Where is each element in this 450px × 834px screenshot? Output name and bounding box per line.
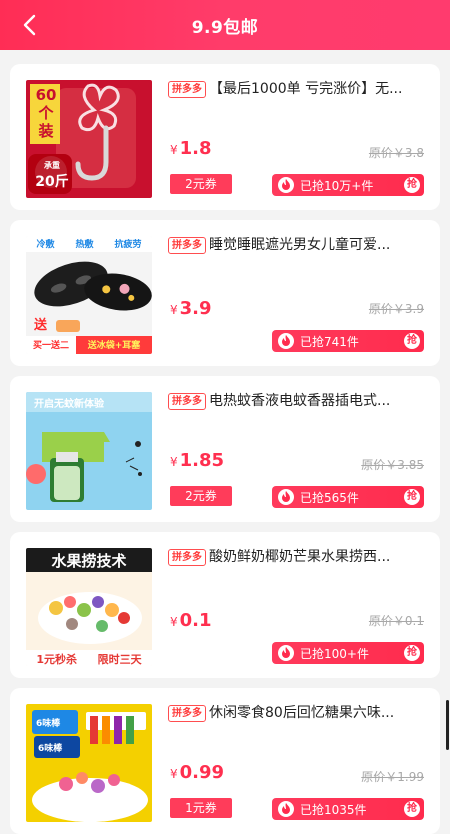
product-card[interactable]: 冷敷 热敷 抗疲劳 送 买一送二 送冰袋+耳塞 拼多多 睡觉睡眠遮光男女儿童可爱… bbox=[10, 220, 440, 366]
original-price: 原价￥3.8 bbox=[368, 146, 424, 160]
product-title[interactable]: 睡觉睡眠遮光男女儿童可爱... bbox=[209, 234, 424, 256]
coupon-badge[interactable]: 2元券 bbox=[170, 174, 232, 194]
sold-count: 已抢10万+件 bbox=[300, 178, 374, 193]
product-image-fruit[interactable]: 水果捞技术 1元秒杀 限时三天 bbox=[26, 548, 152, 666]
currency-symbol: ¥ bbox=[170, 143, 178, 157]
original-price: 原价￥1.99 bbox=[361, 770, 424, 784]
thumb-text: 送冰袋+耳塞 bbox=[87, 341, 141, 351]
price-value: 1.8 bbox=[179, 138, 212, 159]
grab-bar[interactable]: 已抢1035件 抢 bbox=[272, 798, 424, 820]
grab-bar[interactable]: 已抢10万+件 抢 bbox=[272, 174, 424, 196]
grab-button[interactable]: 抢 bbox=[404, 645, 420, 661]
price-value: 1.85 bbox=[179, 450, 225, 471]
thumb-text: 送 bbox=[34, 318, 48, 333]
product-price: ¥3.9 bbox=[170, 298, 212, 321]
grab-bar[interactable]: 已抢100+件 抢 bbox=[272, 642, 424, 664]
grab-bar[interactable]: 已抢565件 抢 bbox=[272, 486, 424, 508]
thumb-text: 6味棒 bbox=[38, 744, 63, 754]
thumb-text: 抗疲劳 bbox=[114, 240, 142, 250]
grab-button[interactable]: 抢 bbox=[404, 177, 420, 193]
product-price: ¥1.8 bbox=[170, 138, 212, 161]
sold-count: 已抢1035件 bbox=[300, 802, 367, 817]
platform-tag: 拼多多 bbox=[168, 705, 206, 722]
thumb-text: 60 bbox=[35, 86, 57, 104]
currency-symbol: ¥ bbox=[170, 455, 178, 469]
product-title[interactable]: 电热蚊香液电蚊香器插电式... bbox=[209, 390, 424, 412]
product-card[interactable]: 水果捞技术 1元秒杀 限时三天 拼多多 酸奶鲜奶椰奶芒果水果捞西... ¥0.1… bbox=[10, 532, 440, 678]
fire-icon bbox=[278, 177, 294, 193]
thumb-text: 20斤 bbox=[35, 174, 69, 190]
price-value: 3.9 bbox=[179, 298, 212, 319]
fire-icon bbox=[278, 333, 294, 349]
product-image-eyemask[interactable]: 冷敷 热敷 抗疲劳 送 买一送二 送冰袋+耳塞 bbox=[26, 236, 152, 354]
thumb-text: 冷敷 bbox=[36, 240, 55, 250]
grab-bar[interactable]: 已抢741件 抢 bbox=[272, 330, 424, 352]
fire-icon bbox=[278, 489, 294, 505]
currency-symbol: ¥ bbox=[170, 303, 178, 317]
platform-tag: 拼多多 bbox=[168, 81, 206, 98]
scrollbar-thumb[interactable] bbox=[446, 700, 449, 750]
price-value: 0.99 bbox=[179, 762, 225, 783]
thumb-text: 买一送二 bbox=[32, 341, 69, 351]
fire-icon bbox=[278, 801, 294, 817]
product-card[interactable]: 6味棒 6味棒 拼多多 休闲零食80后回忆糖果六味... ¥0.99 原价￥1.… bbox=[10, 688, 440, 834]
thumb-text: 1元秒杀 bbox=[36, 653, 77, 666]
product-title[interactable]: 【最后1000单 亏完涨价】无... bbox=[209, 78, 424, 100]
product-image-hook[interactable]: 60 个 装 承重 20斤 bbox=[26, 80, 152, 198]
product-title[interactable]: 酸奶鲜奶椰奶芒果水果捞西... bbox=[209, 546, 424, 568]
sold-count: 已抢565件 bbox=[300, 490, 359, 505]
currency-symbol: ¥ bbox=[170, 615, 178, 629]
original-price: 原价￥3.9 bbox=[368, 302, 424, 316]
currency-symbol: ¥ bbox=[170, 767, 178, 781]
back-button[interactable] bbox=[14, 9, 46, 41]
product-title[interactable]: 休闲零食80后回忆糖果六味... bbox=[209, 702, 424, 724]
thumb-text: 开启无蚊新体验 bbox=[34, 399, 104, 410]
sold-count: 已抢100+件 bbox=[300, 646, 369, 661]
price-value: 0.1 bbox=[179, 610, 212, 631]
grab-button[interactable]: 抢 bbox=[404, 489, 420, 505]
thumb-text: 热敷 bbox=[75, 240, 94, 250]
platform-tag: 拼多多 bbox=[168, 237, 206, 254]
chevron-left-icon bbox=[23, 14, 36, 36]
thumb-text: 水果捞技术 bbox=[51, 552, 127, 570]
product-price: ¥0.1 bbox=[170, 610, 212, 633]
thumb-text: 6味棒 bbox=[36, 719, 61, 729]
top-bar: 9.9包邮 bbox=[0, 0, 450, 50]
original-price: 原价￥3.85 bbox=[361, 458, 424, 472]
product-image-mosquito[interactable]: 开启无蚊新体验 bbox=[26, 392, 152, 510]
product-price: ¥1.85 bbox=[170, 450, 224, 473]
coupon-badge[interactable]: 1元券 bbox=[170, 798, 232, 818]
product-image-candy[interactable]: 6味棒 6味棒 bbox=[26, 704, 152, 822]
product-price: ¥0.99 bbox=[170, 762, 224, 785]
sold-count: 已抢741件 bbox=[300, 334, 359, 349]
product-card[interactable]: 开启无蚊新体验 拼多多 电热蚊香液电蚊香器插电式... ¥1.85 原价￥3.8… bbox=[10, 376, 440, 522]
thumb-text: 个 bbox=[38, 104, 54, 122]
thumb-text: 限时三天 bbox=[97, 653, 142, 666]
grab-button[interactable]: 抢 bbox=[404, 801, 420, 817]
platform-tag: 拼多多 bbox=[168, 549, 206, 566]
thumb-text: 承重 bbox=[44, 161, 60, 170]
product-card[interactable]: 60 个 装 承重 20斤 拼多多 【最后1000单 亏完涨价】无... ¥1.… bbox=[10, 64, 440, 210]
page-title: 9.9包邮 bbox=[191, 17, 259, 38]
fire-icon bbox=[278, 645, 294, 661]
grab-button[interactable]: 抢 bbox=[404, 333, 420, 349]
platform-tag: 拼多多 bbox=[168, 393, 206, 410]
thumb-text: 装 bbox=[38, 122, 54, 140]
coupon-badge[interactable]: 2元券 bbox=[170, 486, 232, 506]
original-price: 原价￥0.1 bbox=[368, 614, 424, 628]
